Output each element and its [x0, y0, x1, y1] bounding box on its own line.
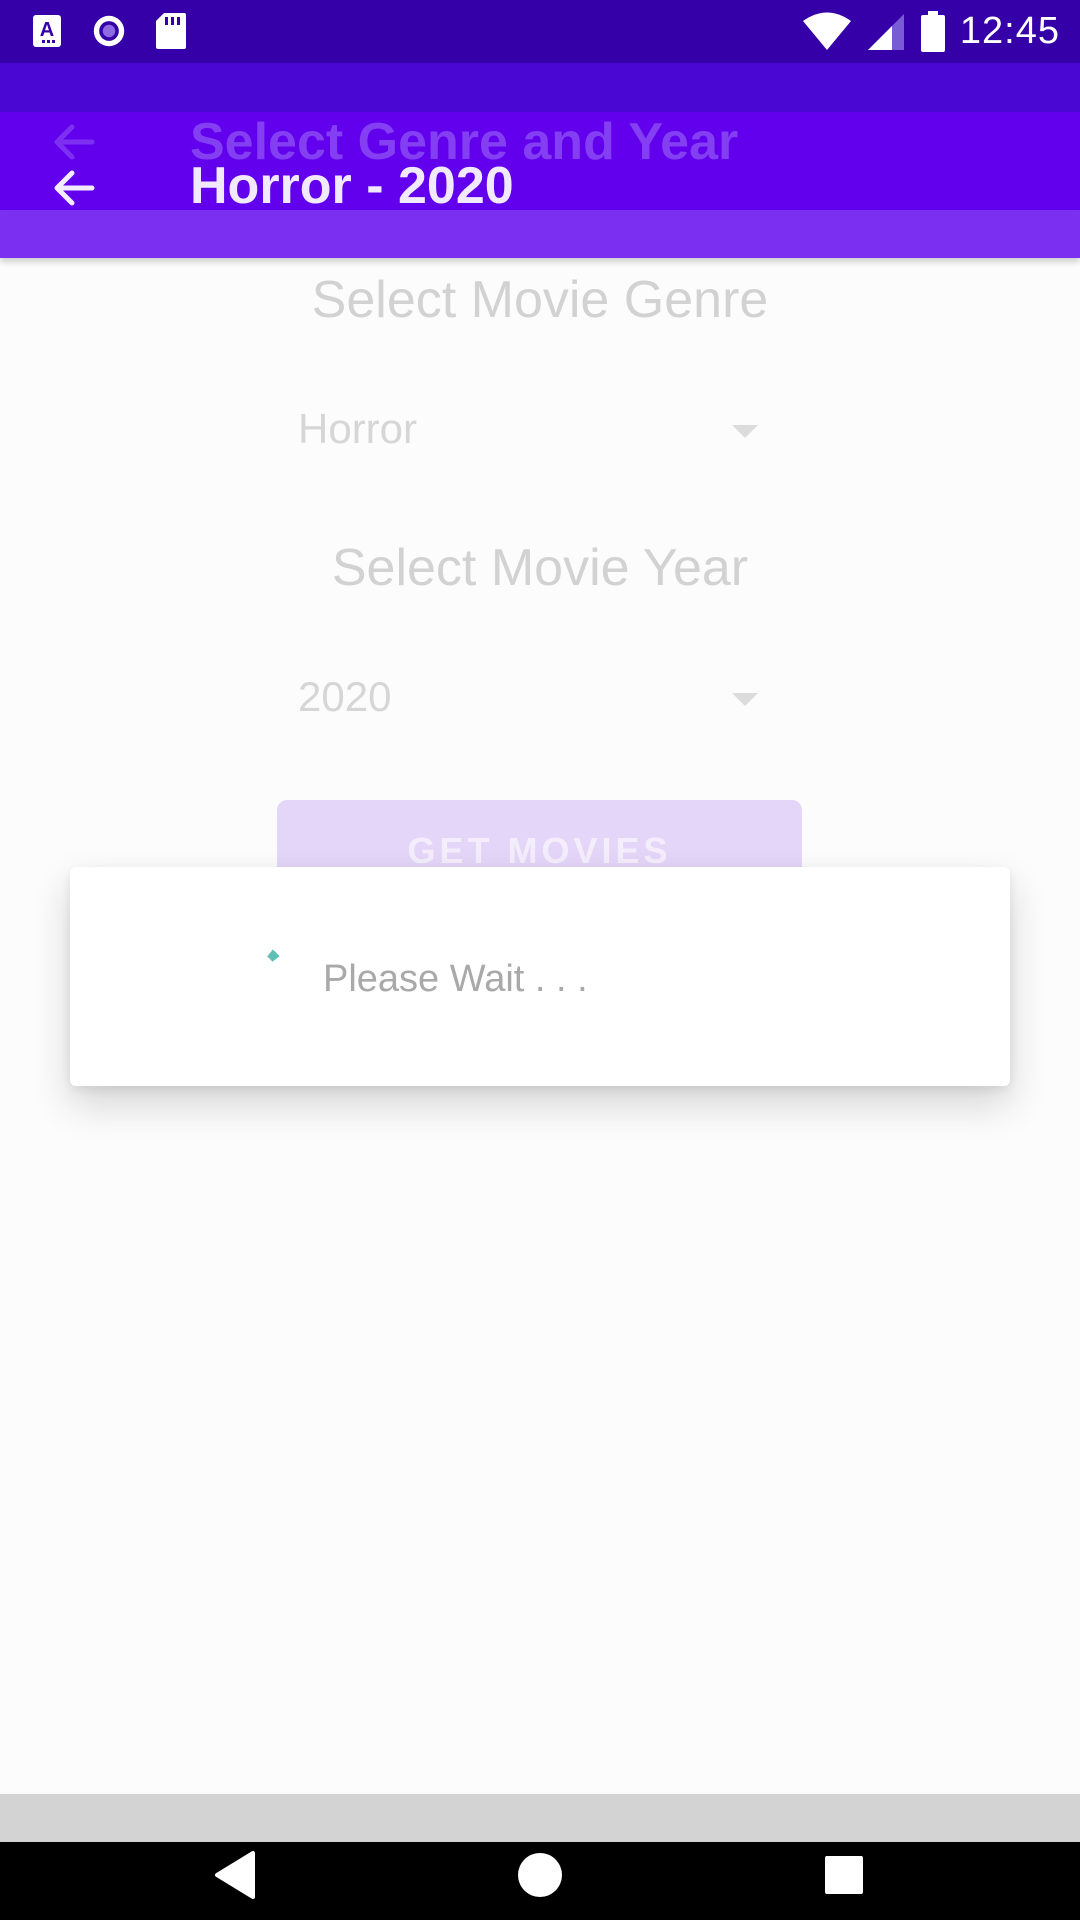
arrow-back-icon[interactable]	[48, 162, 100, 214]
a-notification-icon: A	[30, 13, 64, 49]
page-title: Horror - 2020	[190, 157, 514, 215]
wifi-icon	[802, 12, 851, 50]
svg-text:A: A	[40, 19, 54, 41]
recents-square-icon[interactable]	[823, 1854, 865, 1896]
genre-spinner-value: Horror	[298, 405, 418, 452]
app-bar: Horror - 2020	[0, 112, 1080, 215]
progress-dialog: Please Wait . . .	[70, 867, 1010, 1086]
status-left-icons: A	[30, 12, 188, 50]
sd-card-icon	[154, 13, 188, 49]
genre-spinner[interactable]: Horror	[298, 393, 758, 463]
cell-signal-icon	[867, 13, 904, 50]
status-bar: A 12:45	[0, 0, 1080, 63]
status-right-icons: 12:45	[802, 0, 1060, 63]
home-circle-icon[interactable]	[517, 1852, 563, 1898]
battery-icon	[920, 10, 945, 52]
chevron-down-icon	[732, 425, 758, 438]
genre-label: Select Movie Genre	[311, 271, 769, 329]
app-bar-background	[0, 63, 1080, 113]
year-spinner-value: 2020	[298, 673, 392, 720]
please-wait-message: Please Wait . . .	[323, 958, 588, 1000]
navigation-bar	[0, 1842, 1080, 1920]
status-time: 12:45	[959, 10, 1060, 52]
app-bar-extension	[0, 210, 1080, 258]
year-spinner[interactable]: 2020	[298, 661, 758, 731]
radio-circle-icon	[92, 13, 126, 49]
nav-bar-divider	[0, 1794, 1080, 1842]
loading-spinner-icon	[267, 949, 280, 962]
get-movies-button-label: GET MOVIES	[407, 829, 672, 871]
chevron-down-icon	[732, 693, 758, 706]
year-label: Select Movie Year	[331, 539, 749, 597]
back-triangle-icon[interactable]	[213, 1850, 259, 1900]
